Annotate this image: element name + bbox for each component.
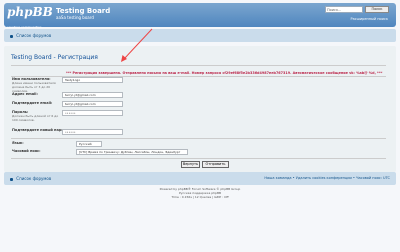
language-select[interactable]: Русский	[76, 141, 102, 147]
password-input[interactable]: ••••••	[62, 110, 123, 116]
search-button[interactable]: Поиск	[365, 6, 389, 13]
advanced-search-link[interactable]: Расширенный поиск	[350, 17, 388, 21]
timezone-label: Часовой пояс:	[12, 149, 41, 153]
registration-panel: Testing Board - Регистрация *** Регистра…	[4, 46, 396, 172]
site-header: phpBB creating communities Testing Board…	[4, 3, 396, 29]
site-description: aaSa testing board	[56, 15, 94, 20]
copyright: Powered by phpBB® Forum Software © phpBB…	[0, 187, 400, 199]
password-row: Пароль: Должен быть длиной от 6 до 100 с…	[12, 110, 62, 122]
username-row: Имя пользователя: Длина имени пользовате…	[12, 77, 62, 93]
registration-notice: *** Регистрация завершена. Отправлено пи…	[66, 71, 383, 75]
page-title: Testing Board - Регистрация	[11, 54, 98, 61]
home-icon	[10, 34, 13, 38]
confirm-email-row: Подтвердите email:	[12, 101, 52, 105]
site-title: Testing Board	[56, 7, 111, 15]
divider	[11, 138, 386, 139]
password-hint: Должен быть длиной от 6 до 100 символов.	[12, 114, 59, 122]
home-icon	[10, 177, 13, 181]
search-input[interactable]: Поиск...	[325, 6, 363, 13]
email-input[interactable]: terryl.yt@gmail.com	[62, 92, 123, 98]
divider	[11, 65, 386, 66]
confirm-email-input[interactable]: terryl.yt@gmail.com	[62, 101, 123, 107]
email-label: Адрес email:	[12, 92, 38, 96]
submit-button[interactable]: Отправить	[202, 161, 229, 168]
footer-navbar: Список форумов Наша команда • Удалить co…	[4, 172, 396, 185]
logo-text: phpBB	[7, 5, 53, 19]
reset-button[interactable]: Вернуть	[181, 161, 200, 168]
username-input[interactable]: Testy1ogo	[62, 77, 123, 83]
confirm-email-label: Подтвердите email:	[12, 101, 53, 105]
timezone-row: Часовой пояс:	[12, 149, 41, 153]
footer-forum-list-link[interactable]: Список форумов	[16, 176, 51, 181]
language-row: Язык:	[12, 141, 24, 145]
footer-links[interactable]: Наша команда • Удалить cookies конференц…	[264, 176, 390, 180]
copyright-line: Time : 0.156s | 12 Queries | GZIP : Off	[171, 195, 229, 199]
divider	[11, 158, 386, 159]
phpbb-logo[interactable]: phpBB creating communities	[7, 4, 53, 29]
language-label: Язык:	[12, 141, 24, 145]
timezone-select[interactable]: [UTC] Время по Гринвичу: Дублин, Лиссабо…	[76, 149, 188, 155]
email-row: Адрес email:	[12, 92, 38, 96]
confirm-password-input[interactable]: ••••••	[62, 129, 123, 135]
forum-list-link[interactable]: Список форумов	[16, 33, 51, 38]
navbar: Список форумов	[4, 29, 396, 42]
